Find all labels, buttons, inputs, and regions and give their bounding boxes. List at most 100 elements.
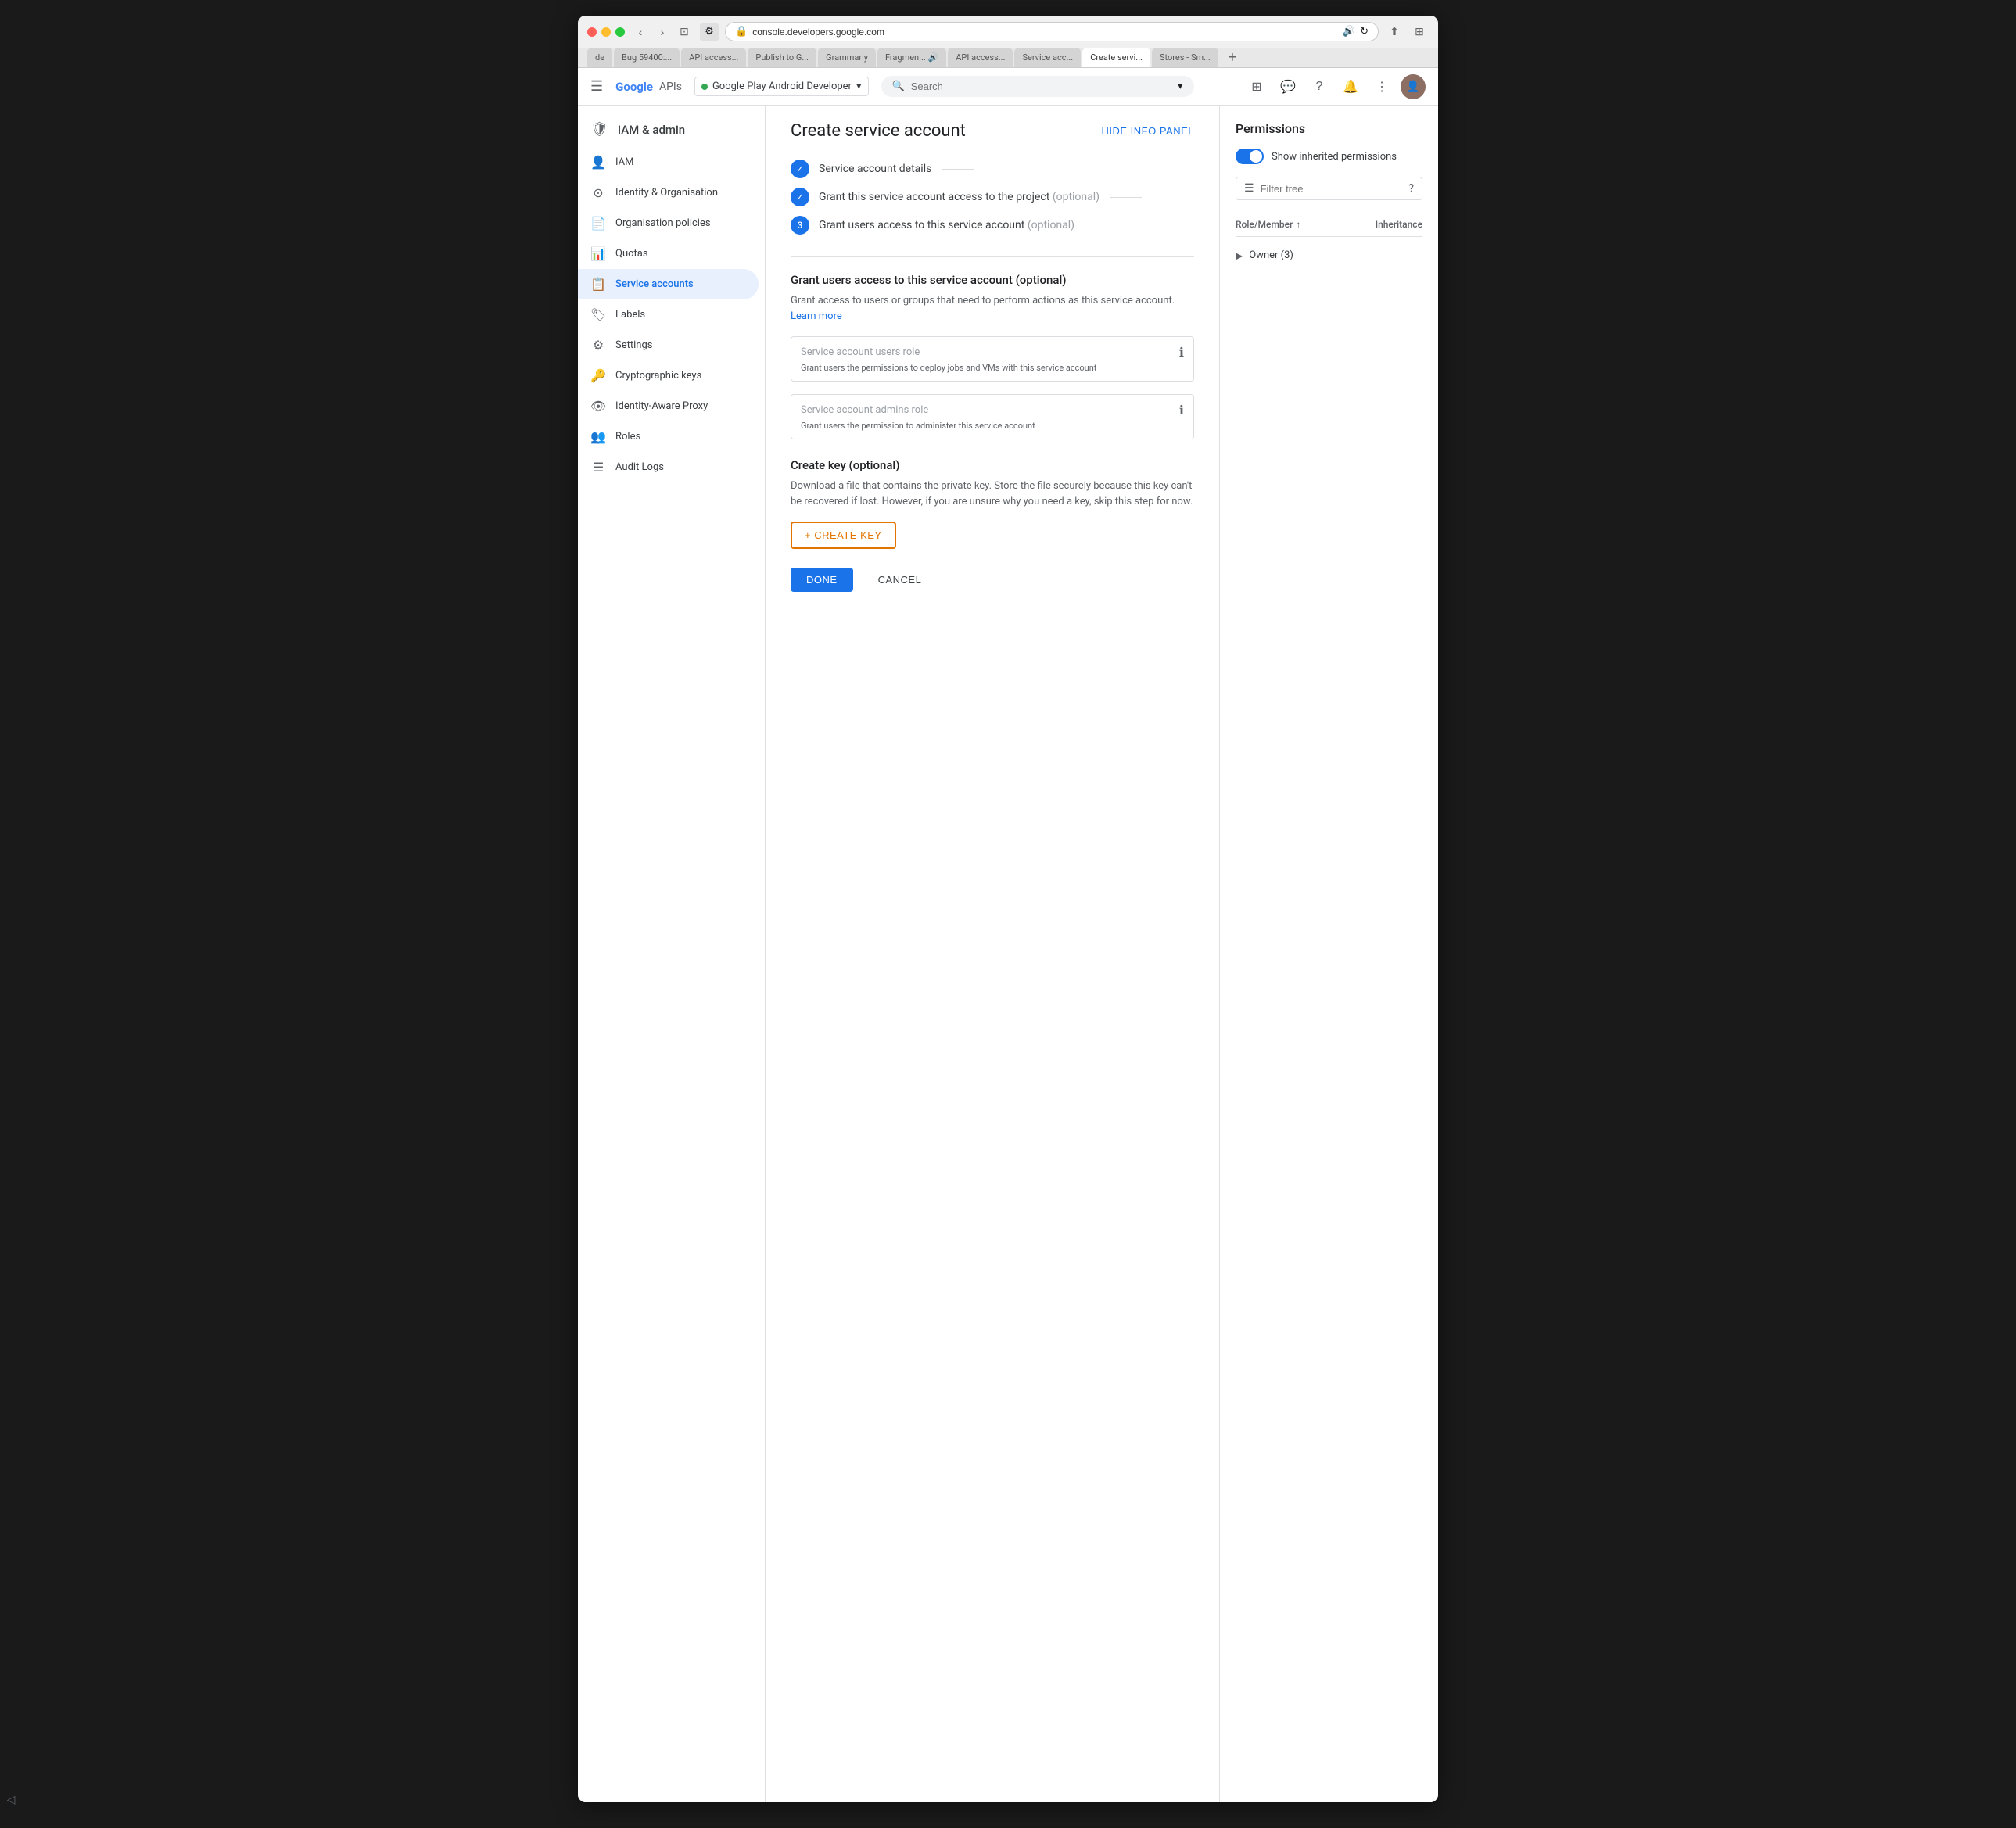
sidebar-item-label: Organisation policies [615,217,711,229]
sidebar-item-labels[interactable]: 🏷 Labels [578,299,759,330]
main-content: Create service account HIDE INFO PANEL ✓… [766,106,1219,1802]
done-button[interactable]: DONE [791,568,853,592]
sidebar-item-label: Roles [615,431,640,443]
iap-icon: 👁 [590,399,606,414]
labels-icon: 🏷 [590,307,606,322]
sidebar-item-roles[interactable]: 👥 Roles [578,421,759,452]
org-policies-icon: 📄 [590,216,606,231]
sidebar-item-audit-logs[interactable]: ☰ Audit Logs [578,452,759,482]
step-1-circle: ✓ [791,160,809,178]
apps-button[interactable]: ⊞ [1244,74,1269,99]
add-tab-button[interactable]: + [1223,48,1242,67]
avatar[interactable]: 👤 [1401,74,1426,99]
address-bar[interactable] [752,27,1338,38]
chat-button[interactable]: 💬 [1275,74,1300,99]
search-input[interactable] [911,81,1171,92]
help-button[interactable]: ? [1307,74,1332,99]
tab-de[interactable]: de [587,48,612,67]
admins-role-help-icon[interactable]: ℹ [1179,403,1184,418]
filter-input[interactable] [1261,183,1403,195]
sidebar-item-crypto-keys[interactable]: 🔑 Cryptographic keys [578,360,759,391]
sidebar-item-label: IAM [615,156,633,168]
owner-label: Owner (3) [1249,249,1293,261]
create-key-button[interactable]: + CREATE KEY [791,522,896,549]
tab-serviceacc[interactable]: Service acc... [1014,48,1081,67]
dropdown-icon[interactable]: ▾ [1178,81,1183,92]
tab-favicon: ⚙ [700,23,719,41]
reload-icon[interactable]: ↻ [1360,26,1369,38]
sidebar-item-iam[interactable]: 👤 IAM [578,147,759,177]
sidebar-item-label: Service accounts [615,278,694,290]
sidebar-item-iap[interactable]: 👁 Identity-Aware Proxy [578,391,759,421]
inherited-permissions-toggle[interactable] [1236,149,1264,164]
new-tab-button[interactable]: ⊞ [1410,23,1429,41]
sidebar-item-service-accounts[interactable]: 📋 Service accounts [578,269,759,299]
notifications-button[interactable]: 🔔 [1338,74,1363,99]
tab-bug[interactable]: Bug 59400:... [614,48,680,67]
sidebar-title: IAM & admin [618,123,685,137]
action-buttons: DONE CANCEL [791,568,1194,592]
permissions-title: Permissions [1236,121,1422,136]
sidebar-item-label: Cryptographic keys [615,370,701,382]
hide-info-panel-button[interactable]: HIDE INFO PANEL [1101,125,1194,137]
settings-icon: ⚙ [590,338,606,353]
grant-access-section: Grant users access to this service accou… [791,273,1194,439]
sidebar-item-settings[interactable]: ⚙ Settings [578,330,759,360]
tab-publish[interactable]: Publish to G... [748,48,816,67]
forward-button[interactable]: › [653,23,672,41]
expand-icon: ▶ [1236,250,1243,261]
sidebar-item-label: Labels [615,309,645,321]
close-button[interactable] [587,27,597,37]
admins-role-field: Service account admins role ℹ Grant user… [791,394,1194,439]
tab-grammarly[interactable]: Grammarly [818,48,876,67]
hamburger-menu[interactable]: ☰ [590,78,603,95]
search-bar: 🔍 ▾ [881,76,1194,97]
tab-icon-button[interactable]: ⊡ [675,23,694,41]
owner-row[interactable]: ▶ Owner (3) [1236,243,1422,267]
create-key-section: Create key (optional) Download a file th… [791,458,1194,549]
project-selector[interactable]: Google Play Android Developer ▾ [694,77,869,96]
lock-icon: 🔒 [735,26,748,38]
tab-fragment[interactable]: Fragmen... 🔊 [877,48,946,67]
filter-help-icon[interactable]: ? [1408,182,1414,195]
identity-icon: ⊙ [590,185,606,200]
admins-role-hint: Grant users the permission to administer… [801,421,1184,431]
tab-stores[interactable]: Stores - Sm... [1152,48,1218,67]
toggle-row: Show inherited permissions [1236,149,1422,164]
back-button[interactable]: ‹ [631,23,650,41]
grant-section-desc: Grant access to users or groups that nee… [791,293,1194,324]
roles-icon: 👥 [590,429,606,444]
sidebar-item-quotas[interactable]: 📊 Quotas [578,238,759,269]
filter-icon: ☰ [1244,182,1254,195]
tab-createservi[interactable]: Create servi... [1082,48,1150,67]
iam-icon: 👤 [590,155,606,170]
maximize-button[interactable] [615,27,625,37]
address-bar-container: 🔒 🔊 ↻ [725,22,1379,41]
tab-api2[interactable]: API access... [948,48,1013,67]
share-button[interactable]: ⬆ [1385,23,1404,41]
step-3-label: Grant users access to this service accou… [819,219,1074,231]
search-icon: 🔍 [892,81,905,92]
sidebar-item-identity[interactable]: ⊙ Identity & Organisation [578,177,759,208]
more-button[interactable]: ⋮ [1369,74,1394,99]
content-area: Create service account HIDE INFO PANEL ✓… [766,106,1438,1802]
traffic-lights[interactable] [587,27,625,37]
learn-more-link[interactable]: Learn more [791,310,842,322]
users-role-help-icon[interactable]: ℹ [1179,345,1184,360]
step-1-label: Service account details [819,163,931,175]
browser-tabs: de Bug 59400:... API access... Publish t… [578,48,1438,67]
top-nav-actions: ⊞ 💬 ? 🔔 ⋮ 👤 [1244,74,1426,99]
role-member-header[interactable]: Role/Member ↑ [1236,219,1300,230]
users-role-field: Service account users role ℹ Grant users… [791,336,1194,382]
tab-api1[interactable]: API access... [681,48,746,67]
google-apis-logo: Google APIs [615,80,682,94]
cancel-button[interactable]: CANCEL [863,568,938,592]
step-2-label: Grant this service account access to the… [819,191,1099,203]
nav-buttons: ‹ › ⊡ [631,23,694,41]
sidebar-item-org-policies[interactable]: 📄 Organisation policies [578,208,759,238]
step-3: 3 Grant users access to this service acc… [791,216,1194,235]
sort-icon: ↑ [1296,219,1300,230]
section-divider [791,256,1194,257]
minimize-button[interactable] [601,27,611,37]
page-header: Create service account HIDE INFO PANEL [791,121,1194,141]
